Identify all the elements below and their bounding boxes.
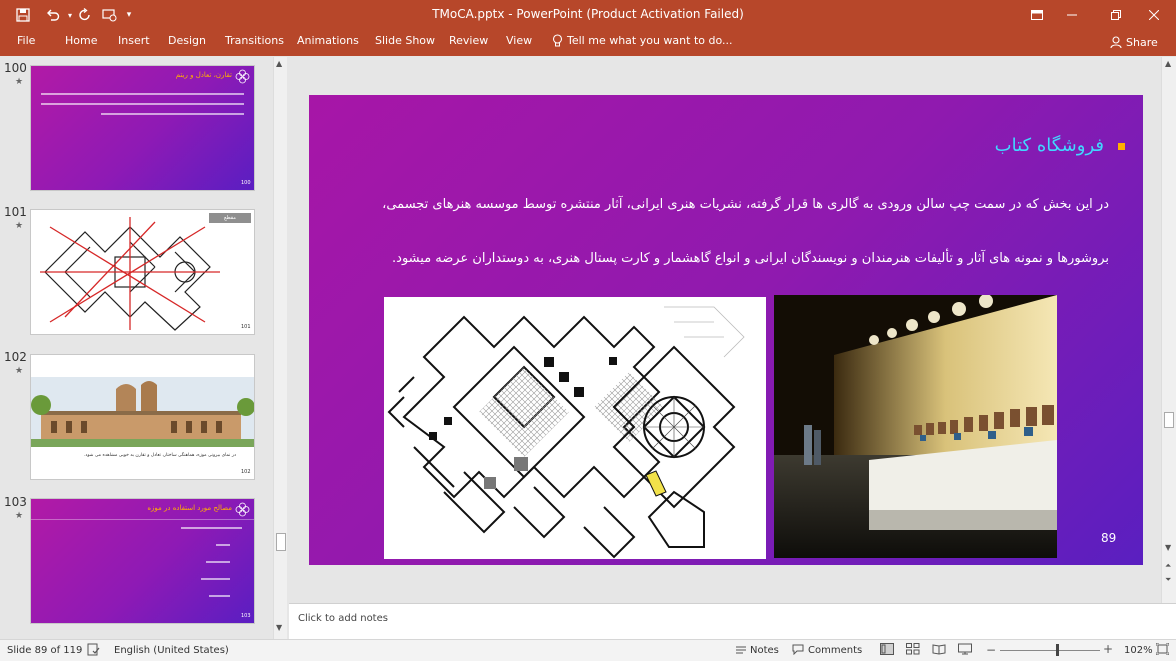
zoom-slider-handle[interactable]	[1056, 644, 1059, 656]
tell-me-label: Tell me what you want to do...	[567, 34, 733, 47]
tab-review[interactable]: Review	[449, 34, 488, 47]
zoom-in-icon[interactable]: +	[1103, 642, 1113, 656]
text-line	[209, 595, 230, 597]
comments-toggle[interactable]: Comments	[808, 645, 862, 656]
text-line	[216, 544, 230, 546]
tab-slide-show[interactable]: Slide Show	[375, 34, 435, 47]
reading-view-icon[interactable]	[932, 643, 946, 658]
slide-title[interactable]: فروشگاه کتاب	[995, 135, 1125, 156]
floor-plan-image[interactable]	[384, 297, 766, 559]
notes-pane[interactable]: Click to add notes	[289, 603, 1176, 639]
scroll-up-icon[interactable]: ▲	[1165, 59, 1171, 68]
current-slide[interactable]: فروشگاه کتاب در این بخش که در سمت چپ سال…	[309, 95, 1143, 565]
text-line	[181, 527, 242, 529]
slide-thumbnail-pane: 100 ★ تقارن، تعادل و ریتم 100 101 ★ مقطع	[0, 57, 288, 639]
animation-star-icon: ★	[15, 366, 24, 376]
slideshow-view-icon[interactable]	[958, 643, 972, 658]
share-button[interactable]: Share	[1110, 32, 1158, 53]
fit-slide-icon[interactable]	[1155, 642, 1170, 658]
scrollbar-thumb[interactable]	[1164, 412, 1174, 428]
body-paragraph: در این بخش که در سمت چپ سالن ورودی به گا…	[382, 197, 1109, 212]
thumbnail-title: تقارن، تعادل و ریتم	[175, 71, 232, 79]
bookstore-photo[interactable]	[774, 295, 1057, 558]
share-label: Share	[1126, 36, 1158, 49]
spelling-check-icon[interactable]	[87, 643, 100, 659]
notes-toggle-icon[interactable]	[735, 643, 747, 658]
divider	[31, 519, 254, 520]
slide-editor: فروشگاه کتاب در این بخش که در سمت چپ سال…	[289, 57, 1161, 603]
powerpoint-window: ▾ ▾ TMoCA.pptx - PowerPoint (Product Act…	[0, 0, 1176, 661]
person-icon	[1110, 36, 1122, 49]
language-indicator[interactable]: English (United States)	[114, 645, 229, 656]
text-line	[206, 561, 230, 563]
lightbulb-icon	[552, 34, 563, 47]
text-line	[41, 103, 244, 105]
flower-logo-icon	[235, 502, 250, 517]
body-paragraph: بروشورها و نمونه های آثار و تألیفات هنرم…	[392, 251, 1109, 266]
zoom-out-icon[interactable]: −	[986, 643, 996, 657]
tab-file[interactable]: File	[17, 34, 35, 47]
scrollbar-thumb[interactable]	[276, 533, 286, 551]
minimize-icon[interactable]	[1050, 0, 1094, 30]
title-bar: ▾ ▾ TMoCA.pptx - PowerPoint (Product Act…	[0, 0, 1176, 30]
text-line	[201, 578, 230, 580]
thumbnail-page-number: 101	[241, 324, 251, 330]
bookstore-interior	[774, 295, 1057, 558]
slide-thumbnail-102[interactable]: در نمای بیرونی موزه، هماهنگی ساختار، تعا…	[30, 354, 255, 480]
tab-design[interactable]: Design	[168, 34, 206, 47]
tab-insert[interactable]: Insert	[118, 34, 150, 47]
thumbnail-number: 103	[4, 495, 27, 509]
slide-counter: Slide 89 of 119	[7, 645, 83, 656]
animation-star-icon: ★	[15, 77, 24, 87]
tell-me-search[interactable]: Tell me what you want to do...	[552, 34, 733, 47]
thumbnail-number: 102	[4, 350, 27, 364]
flower-logo-icon	[235, 69, 250, 84]
close-icon[interactable]	[1132, 0, 1176, 30]
editor-scrollbar[interactable]: ▲ ▼ ⏶ ⏷	[1161, 57, 1176, 603]
slide-page-number: 89	[1101, 531, 1117, 545]
thumbnail-caption: در نمای بیرونی موزه، هماهنگی ساختار، تعا…	[83, 453, 236, 458]
slide-body-text[interactable]: در این بخش که در سمت چپ سالن ورودی به گا…	[309, 190, 1109, 274]
scroll-up-icon[interactable]: ▲	[276, 59, 282, 68]
bullet-square-icon	[1118, 142, 1125, 150]
slide-thumbnail-100[interactable]: تقارن، تعادل و ریتم 100	[30, 65, 255, 191]
slide-title-text: فروشگاه کتاب	[994, 135, 1104, 156]
status-bar: Slide 89 of 119 English (United States) …	[0, 639, 1176, 661]
tab-home[interactable]: Home	[65, 34, 97, 47]
ribbon-tabs: File Home Insert Design Transitions Anim…	[0, 30, 1176, 56]
thumbnail-page-number: 100	[241, 180, 251, 186]
floor-plan-drawing	[387, 306, 745, 559]
tab-animations[interactable]: Animations	[297, 34, 359, 47]
text-line	[101, 113, 244, 115]
slide-thumbnail-103[interactable]: مصالح مورد استفاده در موزه 103	[30, 498, 255, 624]
museum-facade-sketch	[31, 377, 254, 447]
thumbnail-scrollbar[interactable]: ▲ ▼	[273, 57, 287, 639]
zoom-slider-track[interactable]	[1000, 650, 1100, 651]
window-title: TMoCA.pptx - PowerPoint (Product Activat…	[432, 7, 744, 21]
zoom-level[interactable]: 102%	[1124, 645, 1153, 656]
slide-thumbnail-101[interactable]: مقطع 101	[30, 209, 255, 335]
animation-star-icon: ★	[15, 221, 24, 231]
scroll-down-icon[interactable]: ▼	[1165, 543, 1171, 552]
tab-transitions[interactable]: Transitions	[225, 34, 284, 47]
slide-sorter-icon[interactable]	[906, 643, 920, 658]
scroll-down-icon[interactable]: ▼	[276, 623, 282, 632]
next-slide-icon[interactable]: ⏷	[1165, 575, 1171, 585]
notes-placeholder: Click to add notes	[298, 613, 388, 624]
text-line	[41, 93, 244, 95]
floor-plan-section-drawing	[40, 217, 220, 331]
previous-slide-icon[interactable]: ⏶	[1165, 561, 1171, 571]
tab-view[interactable]: View	[506, 34, 532, 47]
thumbnail-number: 100	[4, 61, 27, 75]
thumbnail-page-number: 102	[241, 469, 251, 475]
thumbnail-number: 101	[4, 205, 27, 219]
comment-icon[interactable]	[792, 643, 804, 658]
thumbnail-title: مصالح مورد استفاده در موزه	[147, 504, 232, 512]
thumbnail-page-number: 103	[241, 613, 251, 619]
normal-view-icon[interactable]	[880, 643, 894, 658]
animation-star-icon: ★	[15, 511, 24, 521]
notes-toggle[interactable]: Notes	[750, 645, 779, 656]
